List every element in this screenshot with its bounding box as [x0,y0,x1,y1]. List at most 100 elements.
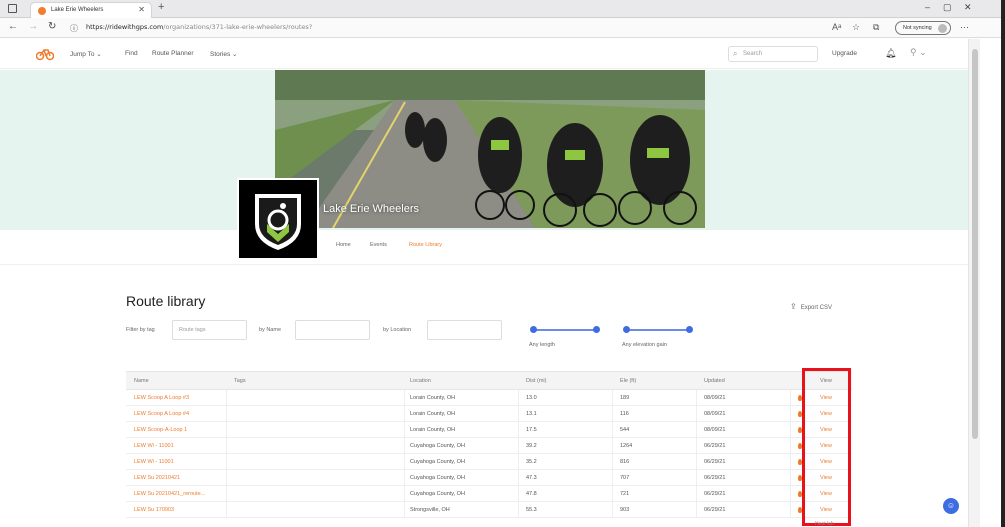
url-path: /organizations/371-lake-erie-wheelers/ro… [163,23,313,31]
tab-events[interactable]: Events [370,242,387,248]
search-icon: ⌕ [733,49,738,58]
column-divider [226,422,227,437]
nav-route-planner[interactable]: Route Planner [152,50,194,57]
address-bar: ← → ↻ ⓘ https://ridewithgps.com/organiza… [0,18,1005,38]
table-row[interactable]: LEW Scoop A Loop #4 Lorain County, OH 13.1… [126,406,852,422]
elevation-filter-label: Any elevation gain [622,342,667,348]
col-name[interactable]: Name [134,378,149,384]
length-slider-track[interactable] [533,329,597,331]
profile-sync-button[interactable]: Not syncing [895,21,951,35]
route-table: Name Tags Location Dist (mi) Ele (ft) Up… [126,371,852,518]
page-scrollbar[interactable] [968,39,980,527]
column-divider [612,390,613,405]
column-divider [696,470,697,485]
length-slider-min-handle[interactable] [530,326,537,333]
col-tags[interactable]: Tags [234,378,246,384]
column-divider [696,454,697,469]
user-menu-icon[interactable]: ⚲ ⌄ [910,47,927,58]
browser-tab[interactable]: Lake Erie Wheelers ✕ [30,2,152,18]
export-icon: ⇪ [790,302,797,311]
location-filter-input[interactable] [427,320,502,340]
favorite-star-icon[interactable]: ☆ [852,22,860,33]
column-divider [226,406,227,421]
lock-icon[interactable]: ⓘ [70,23,78,34]
col-dist[interactable]: Dist (mi) [526,378,546,384]
browser-tabbar: Lake Erie Wheelers ✕ + – ▢ ✕ [0,0,1005,18]
col-location[interactable]: Location [410,378,431,384]
route-elevation: 903 [620,507,630,513]
route-tags-input[interactable]: Route tags [172,320,247,340]
route-name-link[interactable]: LEW Scoop A Loop #3 [134,395,189,401]
read-aloud-icon[interactable]: Aᵃ [832,22,841,32]
route-distance: 55.3 [526,507,537,513]
table-header: Name Tags Location Dist (mi) Ele (ft) Up… [126,371,852,390]
table-row[interactable]: LEW Su 20210421 Cuyahoga County, OH 47.3 70… [126,470,852,486]
close-window-button[interactable]: ✕ [964,2,972,13]
nav-find[interactable]: Find [125,50,138,57]
route-name-link[interactable]: LEW Su 170903 [134,507,174,513]
url-field[interactable]: https://ridewithgps.com/organizations/37… [86,23,312,31]
table-row[interactable]: LEW Su 20210421_reroute... Cuyahoga Count… [126,486,852,502]
route-name-link[interactable]: LEW Scoop-A-Loop 1 [134,427,187,433]
table-row[interactable]: LEW Su 170903 Strongsville, OH 55.3 903 06/2… [126,502,852,518]
column-divider [790,454,791,469]
column-divider [612,406,613,421]
route-updated: 06/29/21 [704,443,726,449]
maximize-button[interactable]: ▢ [943,2,952,13]
tab-home[interactable]: Home [336,242,351,248]
back-icon[interactable]: ← [8,21,18,32]
route-name-link[interactable]: LEW Wi - 11001 [134,459,174,465]
search-input[interactable]: ⌕ Search [728,46,818,62]
close-tab-icon[interactable]: ✕ [138,5,145,14]
forward-icon[interactable]: → [28,21,38,32]
table-row[interactable]: LEW Scoop-A-Loop 1 Lorain County, OH 17.5 5… [126,422,852,438]
route-elevation: 1264 [620,443,633,449]
name-filter-input[interactable] [295,320,370,340]
reload-icon[interactable]: ↻ [48,21,56,32]
nav-jump-to[interactable]: Jump To ⌄ [70,50,102,58]
column-divider [518,486,519,501]
table-row[interactable]: LEW Scoop A Loop #3 Lorain County, OH 13.0… [126,390,852,406]
column-divider [518,390,519,405]
help-chat-button[interactable]: ☺ [943,498,959,514]
nav-stories[interactable]: Stories ⌄ [210,50,238,58]
col-ele[interactable]: Ele (ft) [620,378,636,384]
route-distance: 17.5 [526,427,537,433]
column-divider [696,422,697,437]
filter-tag-label: Filter by tag [126,327,155,333]
route-distance: 47.3 [526,475,537,481]
minimize-button[interactable]: – [925,2,930,12]
route-distance: 47.8 [526,491,537,497]
window-menu-icon[interactable] [8,4,17,13]
length-slider-max-handle[interactable] [593,326,600,333]
col-updated[interactable]: Updated [704,378,725,384]
ridewithgps-logo-icon[interactable] [36,47,54,61]
column-divider [790,406,791,421]
table-row[interactable]: LEW Wi - 11001 Cuyahoga County, OH 35.2 816… [126,454,852,470]
route-name-link[interactable]: LEW Scoop A Loop #4 [134,411,189,417]
new-tab-button[interactable]: + [158,1,164,13]
route-name-link[interactable]: LEW Su 20210421_reroute... [134,491,205,497]
route-location: Cuyahoga County, OH [410,459,465,465]
notifications-bell-icon[interactable]: 🔔︎ [885,48,896,59]
route-updated: 08/09/21 [704,395,726,401]
elevation-slider-max-handle[interactable] [686,326,693,333]
column-divider [518,454,519,469]
site-navbar: Jump To ⌄ Find Route Planner Stories ⌄ ⌕… [0,39,968,69]
tab-route-library[interactable]: Route Library [409,242,442,248]
table-row[interactable]: LEW Wi - 11001 Cuyahoga County, OH 39.2 126… [126,438,852,454]
column-divider [404,454,405,469]
upgrade-link[interactable]: Upgrade [832,50,857,57]
elevation-slider-track[interactable] [626,329,690,331]
scrollbar-thumb[interactable] [972,49,978,439]
more-menu-icon[interactable]: ⋯ [960,22,969,33]
column-divider [518,438,519,453]
column-divider [612,470,613,485]
route-name-link[interactable]: LEW Wi - 11001 [134,443,174,449]
column-divider [790,470,791,485]
collections-icon[interactable]: ⧉ [873,22,879,33]
export-csv-button[interactable]: ⇪ Export CSV [790,302,832,311]
elevation-slider-min-handle[interactable] [623,326,630,333]
route-name-link[interactable]: LEW Su 20210421 [134,475,180,481]
search-placeholder: Search [743,51,763,57]
